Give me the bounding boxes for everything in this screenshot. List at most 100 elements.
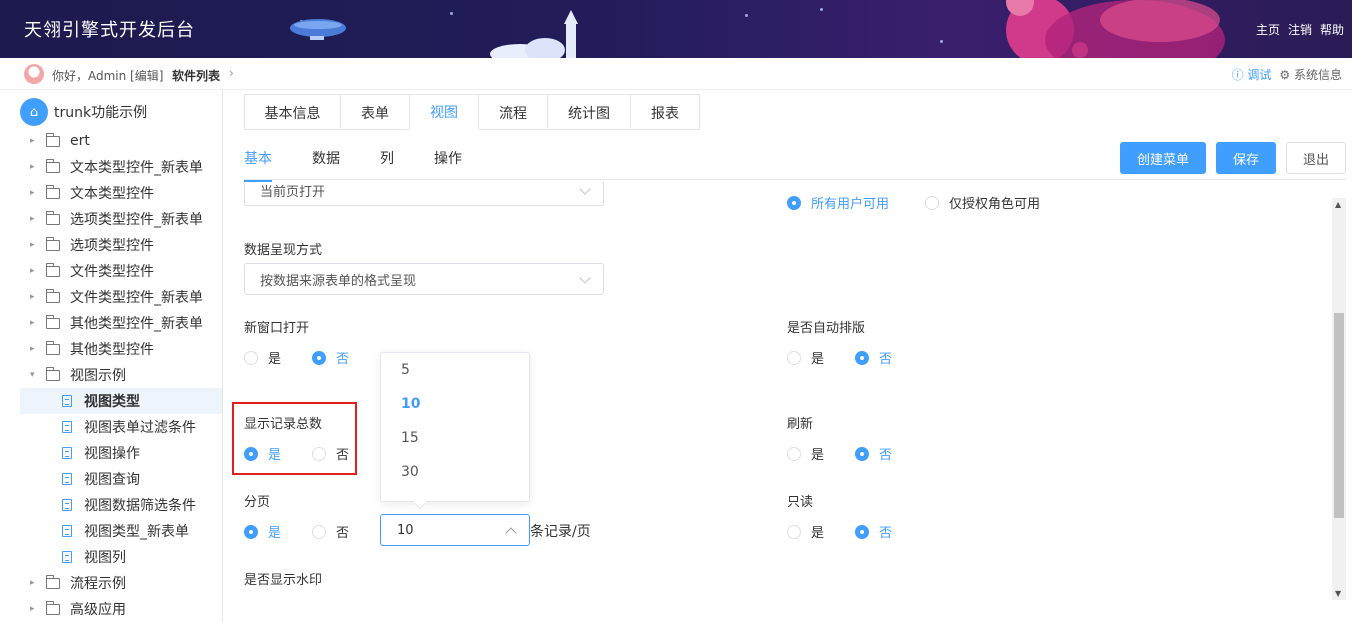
refresh-yes-radio[interactable]: 是	[787, 444, 824, 463]
show-total-no-radio[interactable]: 否	[312, 444, 349, 463]
auto-layout-yes-radio[interactable]: 是	[787, 348, 824, 367]
sidebar-item[interactable]: ▸ 文件类型控件_新表单	[20, 284, 222, 310]
sidebar-item[interactable]: 视图查询	[20, 466, 222, 492]
tab-chart[interactable]: 统计图	[548, 94, 631, 130]
caret-right-icon[interactable]: ▸	[30, 292, 42, 302]
tab-view[interactable]: 视图	[410, 94, 479, 130]
sidebar-item[interactable]: ▸ 文本类型控件_新表单	[20, 154, 222, 180]
readonly-label: 只读	[787, 495, 814, 510]
radio-label: 否	[336, 448, 350, 463]
sidebar-item[interactable]: 视图类型	[20, 388, 222, 414]
save-button[interactable]: 保存	[1215, 142, 1276, 174]
caret-right-icon[interactable]: ▸	[30, 188, 42, 198]
open-mode-select[interactable]: 当前页打开	[244, 182, 604, 206]
caret-right-icon[interactable]: ▸	[30, 162, 42, 172]
display-mode-select[interactable]: 按数据来源表单的格式呈现	[244, 263, 604, 295]
tree-root[interactable]: ⌂ trunk功能示例	[20, 98, 147, 126]
paging-no-radio[interactable]: 否	[312, 522, 349, 541]
caret-down-icon[interactable]: ▾	[30, 370, 42, 380]
tab-report[interactable]: 报表	[631, 94, 700, 130]
system-info-link[interactable]: ⚙ 系统信息	[1279, 66, 1342, 83]
user-greeting[interactable]: 你好，Admin [编辑]	[52, 67, 163, 84]
caret-right-icon[interactable]: ▸	[30, 240, 42, 250]
sidebar-item[interactable]: 视图数据筛选条件	[20, 492, 222, 518]
open-mode-value: 当前页打开	[260, 184, 326, 200]
caret-right-icon[interactable]: ▸	[30, 214, 42, 224]
new-window-label: 新窗口打开	[244, 321, 310, 336]
tab-form[interactable]: 表单	[341, 94, 410, 130]
caret-right-icon[interactable]: ▸	[30, 266, 42, 276]
show-total-yes-radio[interactable]: 是	[244, 444, 281, 463]
subtab-data[interactable]: 数据	[312, 148, 340, 182]
subtab-columns[interactable]: 列	[380, 148, 394, 182]
page-size-option[interactable]: 5	[381, 353, 529, 387]
tab-flow[interactable]: 流程	[479, 94, 548, 130]
page-size-option-selected[interactable]: 10	[381, 387, 529, 421]
sidebar-item[interactable]: ▾ 视图示例	[20, 362, 222, 388]
sidebar-item[interactable]: ▸ 高级应用	[20, 596, 222, 622]
sidebar-item[interactable]: 视图操作	[20, 440, 222, 466]
chevron-down-icon	[579, 183, 591, 195]
sidebar-item[interactable]: ▸ 其他类型控件_新表单	[20, 310, 222, 336]
nav-logout-link[interactable]: 注销	[1288, 21, 1312, 38]
sidebar-item[interactable]: 视图类型_新表单	[20, 518, 222, 544]
chevron-right-icon: ›	[229, 66, 234, 80]
subtab-basic[interactable]: 基本	[244, 148, 272, 182]
auto-layout-no-radio[interactable]: 否	[855, 348, 892, 367]
avatar[interactable]	[24, 64, 44, 84]
radio-dot	[787, 524, 801, 539]
permission-role-radio[interactable]: 仅授权角色可用	[925, 193, 1040, 212]
top-header: 天翎引擎式开发后台 主页 注销 帮助	[0, 0, 1352, 58]
scrollbar[interactable]: ▲ ▼	[1332, 198, 1346, 600]
sidebar-item[interactable]: 视图表单过滤条件	[20, 414, 222, 440]
caret-right-icon[interactable]: ▸	[30, 344, 42, 354]
nav-help-link[interactable]: 帮助	[1320, 21, 1344, 38]
sidebar-item[interactable]: ▸ 流程示例	[20, 570, 222, 596]
sidebar-item[interactable]: ▸ 文本类型控件	[20, 180, 222, 206]
new-window-no-radio[interactable]: 否	[312, 348, 349, 367]
sidebar-item[interactable]: 视图列	[20, 544, 222, 570]
page-size-select[interactable]: 10	[380, 514, 530, 546]
radio-dot	[855, 446, 869, 461]
radio-dot	[787, 446, 801, 461]
caret-right-icon[interactable]: ▸	[30, 318, 42, 328]
paging-yes-radio[interactable]: 是	[244, 522, 281, 541]
sidebar-item[interactable]: ▸ 选项类型控件_新表单	[20, 206, 222, 232]
scrollbar-thumb[interactable]	[1334, 313, 1344, 518]
sidebar-item-label: 文本类型控件_新表单	[70, 160, 203, 176]
radio-label: 是	[268, 352, 282, 367]
sidebar-item[interactable]: ▸ ert	[20, 128, 222, 154]
caret-right-icon[interactable]: ▸	[30, 604, 42, 614]
tab-basic-info[interactable]: 基本信息	[244, 94, 341, 130]
create-menu-button[interactable]: 创建菜单	[1119, 142, 1206, 174]
subtab-actions[interactable]: 操作	[434, 148, 462, 182]
sidebar-item-label: 文件类型控件_新表单	[70, 290, 203, 306]
tree-root-label: trunk功能示例	[54, 105, 148, 121]
radio-label: 是	[811, 352, 825, 367]
sidebar-item[interactable]: ▸ 文件类型控件	[20, 258, 222, 284]
sidebar-tree: ⌂ trunk功能示例 ▸ ert ▸ 文本类型控件_新表单 ▸ 文本类型控件 ▸ 选项类型控…	[0, 90, 223, 622]
new-window-yes-radio[interactable]: 是	[244, 348, 281, 367]
exit-button[interactable]: 退出	[1285, 142, 1346, 174]
caret-right-icon[interactable]: ▸	[30, 136, 42, 146]
folder-icon	[46, 340, 60, 355]
sidebar-item-label: 视图查询	[84, 472, 140, 488]
permission-all-radio[interactable]: 所有用户可用	[787, 193, 889, 212]
refresh-no-radio[interactable]: 否	[855, 444, 892, 463]
breadcrumb[interactable]: 软件列表	[172, 67, 220, 84]
sidebar-item-label: 其他类型控件_新表单	[70, 316, 203, 332]
sidebar-item[interactable]: ▸ 选项类型控件	[20, 232, 222, 258]
caret-right-icon[interactable]: ▸	[30, 578, 42, 588]
nav-home-link[interactable]: 主页	[1256, 21, 1280, 38]
page-size-option[interactable]: 15	[381, 421, 529, 455]
sidebar-item-label: 视图列	[84, 550, 126, 566]
scroll-up-icon[interactable]: ▲	[1335, 200, 1341, 209]
sidebar-item[interactable]: ▸ 其他类型控件	[20, 336, 222, 362]
page-size-option[interactable]: 30	[381, 455, 529, 489]
debug-link[interactable]: ⓘ 调试	[1232, 66, 1272, 83]
document-icon	[62, 473, 72, 485]
readonly-no-radio[interactable]: 否	[855, 522, 892, 541]
scroll-down-icon[interactable]: ▼	[1335, 589, 1341, 598]
readonly-yes-radio[interactable]: 是	[787, 522, 824, 541]
breadcrumb-bar: 你好，Admin [编辑] 软件列表 › ⓘ 调试 ⚙ 系统信息	[0, 58, 1352, 90]
